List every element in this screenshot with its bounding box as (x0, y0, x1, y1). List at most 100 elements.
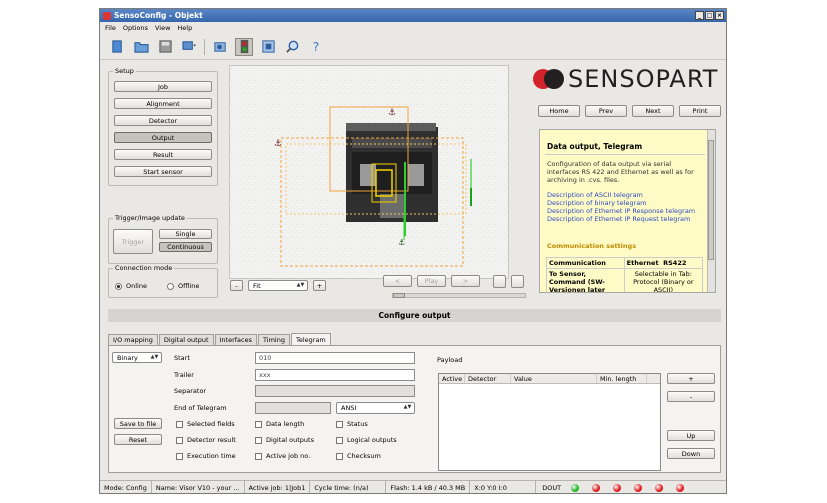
move-down-button[interactable]: Down (667, 448, 715, 459)
payload-table[interactable]: Active Detector Value Min. length (438, 373, 661, 471)
status-dout: DOUT (536, 481, 701, 493)
alignment-button[interactable]: Alignment (114, 98, 212, 109)
result-button[interactable]: Result (114, 149, 212, 160)
camera-icon[interactable] (211, 38, 229, 56)
remove-payload-button[interactable]: - (667, 391, 715, 402)
save-icon[interactable] (156, 38, 174, 56)
image-slider[interactable] (392, 293, 526, 298)
offline-label: Offline (178, 282, 200, 290)
trailer-input[interactable]: xxx (255, 369, 415, 381)
help-scrollbar[interactable] (707, 130, 715, 292)
checksum-checkbox[interactable]: Checksum (336, 452, 381, 460)
setup-group: Setup Job Alignment Detector Output Resu… (108, 67, 218, 186)
monitor-icon[interactable] (180, 38, 198, 56)
open-icon[interactable] (132, 38, 150, 56)
trigger-label: Trigger/Image update (113, 214, 187, 222)
tab-interfaces[interactable]: Interfaces (214, 334, 258, 345)
minimize-button[interactable]: _ (695, 11, 704, 20)
zoom-out-button[interactable]: - (230, 280, 243, 291)
play-button[interactable]: Play (417, 275, 446, 287)
logical-outputs-checkbox[interactable]: Logical outputs (336, 436, 397, 444)
continuous-button[interactable]: Continuous (159, 242, 212, 252)
help-table-header: Ethernet RS422 (623, 257, 704, 269)
reset-button[interactable]: Reset (114, 434, 162, 445)
tab-io-mapping[interactable]: I/O mapping (108, 334, 158, 345)
separator-label: Separator (174, 387, 207, 395)
end-of-telegram-input[interactable] (255, 402, 331, 414)
output-led-5 (655, 484, 664, 492)
offline-radio[interactable]: Offline (167, 282, 199, 290)
tab-digital-output[interactable]: Digital output (158, 334, 214, 345)
setup-label: Setup (113, 67, 136, 75)
selected-fields-checkbox[interactable]: Selected fields (176, 420, 235, 428)
tab-timing[interactable]: Timing (258, 334, 290, 345)
output-led-2 (592, 484, 601, 492)
help-panel[interactable]: Data output, Telegram Configuration of d… (539, 129, 716, 293)
svg-text:⚓: ⚓ (398, 238, 405, 247)
encoding-select[interactable]: ANSI ▲▼ (336, 402, 415, 414)
execution-time-checkbox[interactable]: Execution time (176, 452, 236, 460)
close-button[interactable]: × (715, 11, 724, 20)
start-label: Start (174, 354, 190, 362)
camera-image-view[interactable]: ⚓ ⚓ ⚓ (229, 65, 509, 279)
menu-view[interactable]: View (155, 24, 170, 32)
format-select[interactable]: Binary ▲▼ (112, 352, 162, 363)
start-input[interactable]: 010 (255, 352, 415, 364)
help-print-button[interactable]: Print (679, 105, 721, 117)
save-to-file-button[interactable]: Save to file (114, 418, 162, 429)
help-next-button[interactable]: Next (632, 105, 674, 117)
toolbar: ? (100, 34, 726, 60)
zoom-in-button[interactable]: + (313, 280, 326, 291)
job-button[interactable]: Job (114, 81, 212, 92)
help-link-request[interactable]: Description of Ethernet IP Request teleg… (547, 215, 690, 223)
single-button[interactable]: Single (159, 229, 212, 239)
help-link-ascii[interactable]: Description of ASCII telegram (547, 191, 643, 199)
help-table: Communication Ethernet RS422 To Sensor, … (546, 257, 704, 292)
format-value: Binary (117, 353, 138, 362)
zoom-select[interactable]: Fit ▲▼ (248, 280, 308, 291)
connect-icon[interactable] (108, 38, 126, 56)
status-mode: Mode: Config (100, 481, 152, 493)
image-option-button-2[interactable] (511, 275, 524, 288)
image-option-button-1[interactable] (493, 275, 506, 288)
add-payload-button[interactable]: + (667, 373, 715, 384)
detector-button[interactable]: Detector (114, 115, 212, 126)
help-body: Configuration of data output via serial … (547, 160, 694, 184)
connection-label: Connection mode (113, 264, 175, 272)
move-up-button[interactable]: Up (667, 430, 715, 441)
start-sensor-button[interactable]: Start sensor (114, 166, 212, 177)
active-job-checkbox[interactable]: Active job no. (255, 452, 310, 460)
output-led-4 (634, 484, 643, 492)
tab-telegram[interactable]: Telegram (290, 333, 331, 345)
help-home-button[interactable]: Home (538, 105, 580, 117)
trigger-button[interactable]: Trigger (113, 229, 153, 254)
help-icon[interactable]: ? (307, 38, 325, 56)
search-icon[interactable] (283, 38, 301, 56)
data-length-checkbox[interactable]: Data length (255, 420, 304, 428)
detector-result-checkbox[interactable]: Detector result (176, 436, 236, 444)
slider-handle[interactable] (393, 293, 405, 298)
status-label: Status (347, 420, 368, 428)
title-bar: SensoConfig - Objekt _ □ × (100, 9, 726, 22)
image-icon[interactable] (259, 38, 277, 56)
connection-group: Connection mode Online Offline (108, 264, 218, 298)
menu-help[interactable]: Help (177, 24, 192, 32)
digital-outputs-checkbox[interactable]: Digital outputs (255, 436, 314, 444)
sensor-icon[interactable] (235, 37, 253, 56)
toolbar-separator (204, 38, 205, 55)
status-checkbox[interactable]: Status (336, 420, 368, 428)
help-link-binary[interactable]: Description of binary telegram (547, 199, 647, 207)
previous-image-button[interactable]: < (383, 275, 412, 287)
help-prev-button[interactable]: Prev (585, 105, 627, 117)
next-image-button[interactable]: > (451, 275, 480, 287)
output-button[interactable]: Output (114, 132, 212, 143)
dout-label: DOUT (542, 484, 562, 492)
menu-options[interactable]: Options (123, 24, 148, 32)
separator-input[interactable] (255, 385, 415, 397)
maximize-button[interactable]: □ (705, 11, 714, 20)
menu-file[interactable]: File (105, 24, 116, 32)
output-led-1 (571, 484, 580, 492)
help-link-response[interactable]: Description of Ethernet IP Response tele… (547, 207, 695, 215)
help-scroll-thumb[interactable] (708, 140, 714, 260)
online-radio[interactable]: Online (115, 282, 147, 290)
